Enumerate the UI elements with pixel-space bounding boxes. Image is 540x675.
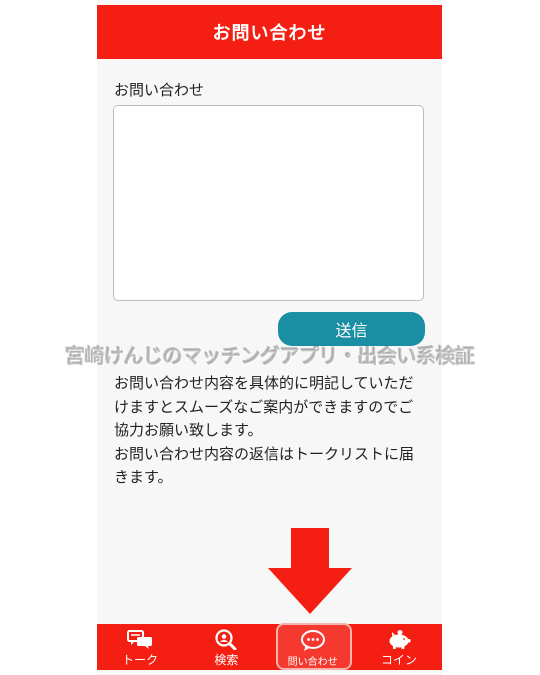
info-paragraph-details: お問い合わせ内容を具体的に明記していただけますとスムーズなご案内ができますのでご… — [114, 374, 414, 439]
send-button-label: 送信 — [335, 321, 368, 340]
tab-search[interactable]: 検索 — [183, 624, 269, 670]
tab-coin-label: コイン — [380, 653, 417, 667]
down-arrow-annotation — [268, 528, 352, 614]
bottom-tab-bar: トーク 検索 問い合わせ コイン — [97, 623, 442, 670]
tab-inquiry-label: 問い合わせ — [287, 657, 338, 668]
inquiry-field-label: お問い合わせ — [114, 81, 205, 99]
speech-bubble-icon — [300, 630, 325, 651]
page-title: お問い合わせ — [212, 23, 327, 44]
tab-talk[interactable]: トーク — [97, 624, 183, 670]
tab-talk-label: トーク — [122, 653, 159, 667]
inquiry-textarea[interactable] — [113, 105, 424, 301]
watermark: 宮崎けんじのマッチングアプリ・出会い系検証 — [65, 344, 475, 368]
tab-search-label: 検索 — [214, 653, 239, 667]
inquiry-info-text: お問い合わせ内容を具体的に明記していただけますとスムーズなご案内ができますのでご… — [114, 372, 424, 490]
tab-inquiry[interactable]: 問い合わせ — [270, 623, 356, 670]
piggy-bank-icon — [389, 630, 411, 649]
page-header: お問い合わせ — [97, 5, 442, 59]
chat-bubbles-icon — [127, 630, 153, 649]
search-person-icon — [215, 629, 237, 650]
info-paragraph-reply: お問い合わせ内容の返信はトークリストに届きます。 — [114, 444, 415, 487]
tab-coin[interactable]: コイン — [356, 624, 442, 670]
